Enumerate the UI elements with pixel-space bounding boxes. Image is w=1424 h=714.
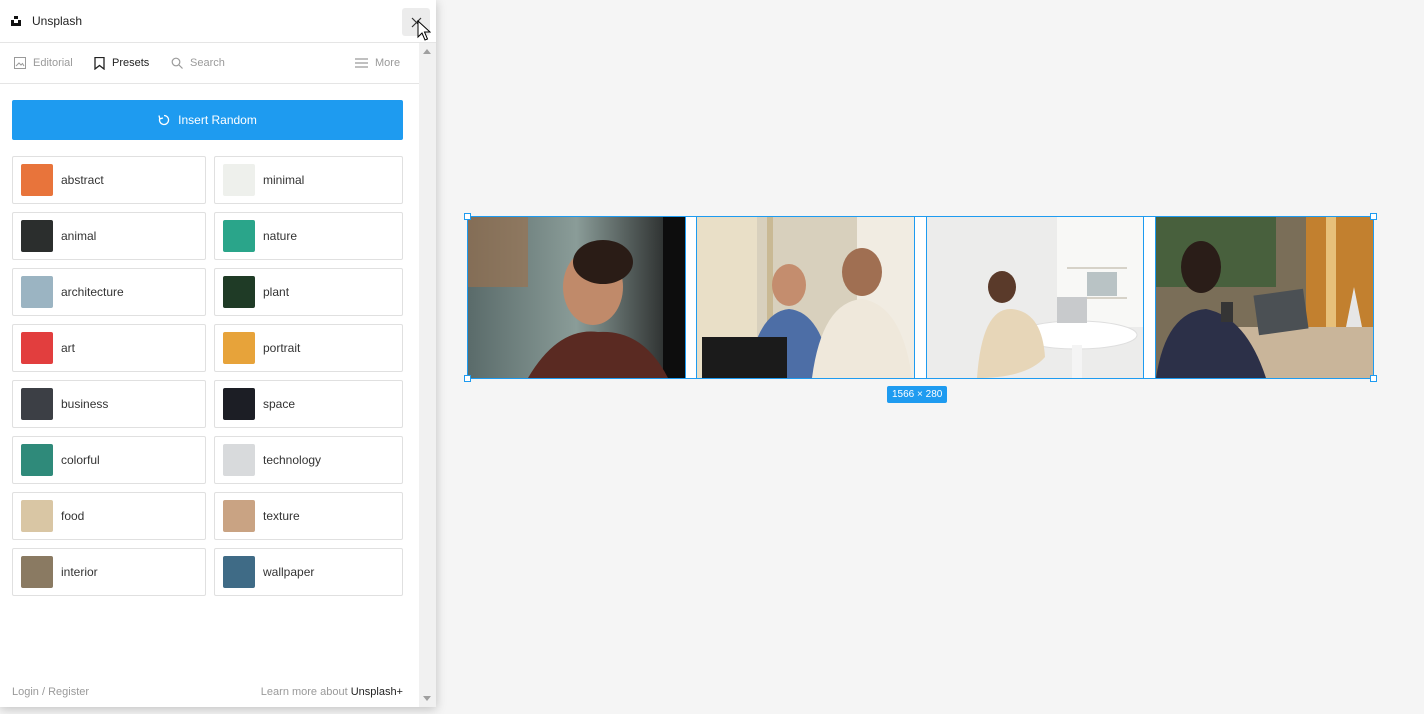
preset-label: architecture bbox=[61, 285, 124, 299]
scroll-down-arrow-icon[interactable] bbox=[423, 696, 431, 701]
preset-thumbnail bbox=[21, 388, 53, 420]
preset-business[interactable]: business bbox=[12, 380, 206, 428]
preset-thumbnail bbox=[21, 276, 53, 308]
unsplash-plugin-panel: Unsplash Editorial Presets Search More I… bbox=[0, 0, 436, 707]
preset-portrait[interactable]: portrait bbox=[214, 324, 403, 372]
preset-interior[interactable]: interior bbox=[12, 548, 206, 596]
photo-woman-laptop-home[interactable] bbox=[927, 217, 1143, 378]
resize-handle-bottom-left[interactable] bbox=[464, 375, 471, 382]
preset-thumbnail bbox=[21, 164, 53, 196]
unsplash-plus-link[interactable]: Unsplash+ bbox=[351, 686, 403, 698]
preset-thumbnail bbox=[21, 444, 53, 476]
preset-animal[interactable]: animal bbox=[12, 212, 206, 260]
preset-grid: abstract minimal animal nature architecture p… bbox=[12, 156, 403, 596]
refresh-icon bbox=[158, 114, 170, 126]
mouse-cursor-icon bbox=[417, 20, 431, 41]
preset-label: technology bbox=[263, 453, 322, 467]
preset-thumbnail bbox=[21, 332, 53, 364]
photo-woman-tablet[interactable] bbox=[1156, 217, 1373, 378]
preset-plant[interactable]: plant bbox=[214, 268, 403, 316]
search-icon bbox=[171, 57, 183, 69]
tab-presets[interactable]: Presets bbox=[94, 43, 149, 83]
size-badge: 1566 × 280 bbox=[887, 386, 948, 403]
preset-architecture[interactable]: architecture bbox=[12, 268, 206, 316]
preset-thumbnail bbox=[223, 388, 255, 420]
preset-thumbnail bbox=[223, 164, 255, 196]
tab-editorial[interactable]: Editorial bbox=[14, 43, 73, 83]
preset-label: abstract bbox=[61, 173, 104, 187]
insert-random-button[interactable]: Insert Random bbox=[12, 100, 403, 140]
learn-more-text: Learn more about Unsplash+ bbox=[260, 686, 403, 698]
preset-texture[interactable]: texture bbox=[214, 492, 403, 540]
preset-art[interactable]: art bbox=[12, 324, 206, 372]
photo-business-meeting[interactable] bbox=[697, 217, 914, 378]
login-register-link[interactable]: Login / Register bbox=[12, 686, 89, 698]
preset-thumbnail bbox=[223, 276, 255, 308]
unsplash-logo-icon bbox=[11, 16, 21, 26]
preset-food[interactable]: food bbox=[12, 492, 206, 540]
presets-list-area: Insert Random abstract minimal animal natur… bbox=[0, 84, 419, 674]
preset-label: nature bbox=[263, 229, 298, 243]
tab-more[interactable]: More bbox=[355, 43, 400, 83]
preset-label: minimal bbox=[263, 173, 305, 187]
preset-thumbnail bbox=[223, 444, 255, 476]
preset-label: colorful bbox=[61, 453, 100, 467]
preset-minimal[interactable]: minimal bbox=[214, 156, 403, 204]
bookmark-icon bbox=[94, 56, 105, 70]
preset-abstract[interactable]: abstract bbox=[12, 156, 206, 204]
tab-search[interactable]: Search bbox=[171, 43, 225, 83]
menu-icon bbox=[355, 58, 368, 68]
panel-scrollbar[interactable] bbox=[419, 43, 436, 707]
preset-thumbnail bbox=[21, 500, 53, 532]
preset-thumbnail bbox=[21, 556, 53, 588]
photo-divider bbox=[1143, 217, 1156, 378]
preset-label: business bbox=[61, 397, 109, 411]
scroll-up-arrow-icon[interactable] bbox=[423, 49, 431, 54]
preset-nature[interactable]: nature bbox=[214, 212, 403, 260]
preset-technology[interactable]: technology bbox=[214, 436, 403, 484]
preset-label: plant bbox=[263, 285, 290, 299]
photo-divider bbox=[685, 217, 697, 378]
preset-wallpaper[interactable]: wallpaper bbox=[214, 548, 403, 596]
image-frame[interactable] bbox=[467, 216, 1374, 379]
resize-handle-top-left[interactable] bbox=[464, 213, 471, 220]
preset-thumbnail bbox=[21, 220, 53, 252]
resize-handle-top-right[interactable] bbox=[1370, 213, 1377, 220]
preset-label: wallpaper bbox=[263, 565, 315, 579]
panel-footer: Login / Register Learn more about Unspla… bbox=[0, 680, 419, 704]
preset-thumbnail bbox=[223, 556, 255, 588]
preset-thumbnail bbox=[223, 220, 255, 252]
preset-label: texture bbox=[263, 509, 300, 523]
preset-label: portrait bbox=[263, 341, 301, 355]
photo-divider bbox=[914, 217, 927, 378]
preset-thumbnail bbox=[223, 332, 255, 364]
preset-label: space bbox=[263, 397, 296, 411]
preset-label: interior bbox=[61, 565, 98, 579]
preset-thumbnail bbox=[223, 500, 255, 532]
preset-label: food bbox=[61, 509, 85, 523]
preset-colorful[interactable]: colorful bbox=[12, 436, 206, 484]
resize-handle-bottom-right[interactable] bbox=[1370, 375, 1377, 382]
tab-bar: Editorial Presets Search More bbox=[0, 43, 419, 84]
preset-label: art bbox=[61, 341, 76, 355]
panel-title: Unsplash bbox=[32, 14, 83, 28]
preset-space[interactable]: space bbox=[214, 380, 403, 428]
image-icon bbox=[14, 57, 26, 69]
preset-label: animal bbox=[61, 229, 97, 243]
photo-laughing-man[interactable] bbox=[468, 217, 685, 378]
panel-titlebar: Unsplash bbox=[0, 0, 436, 43]
